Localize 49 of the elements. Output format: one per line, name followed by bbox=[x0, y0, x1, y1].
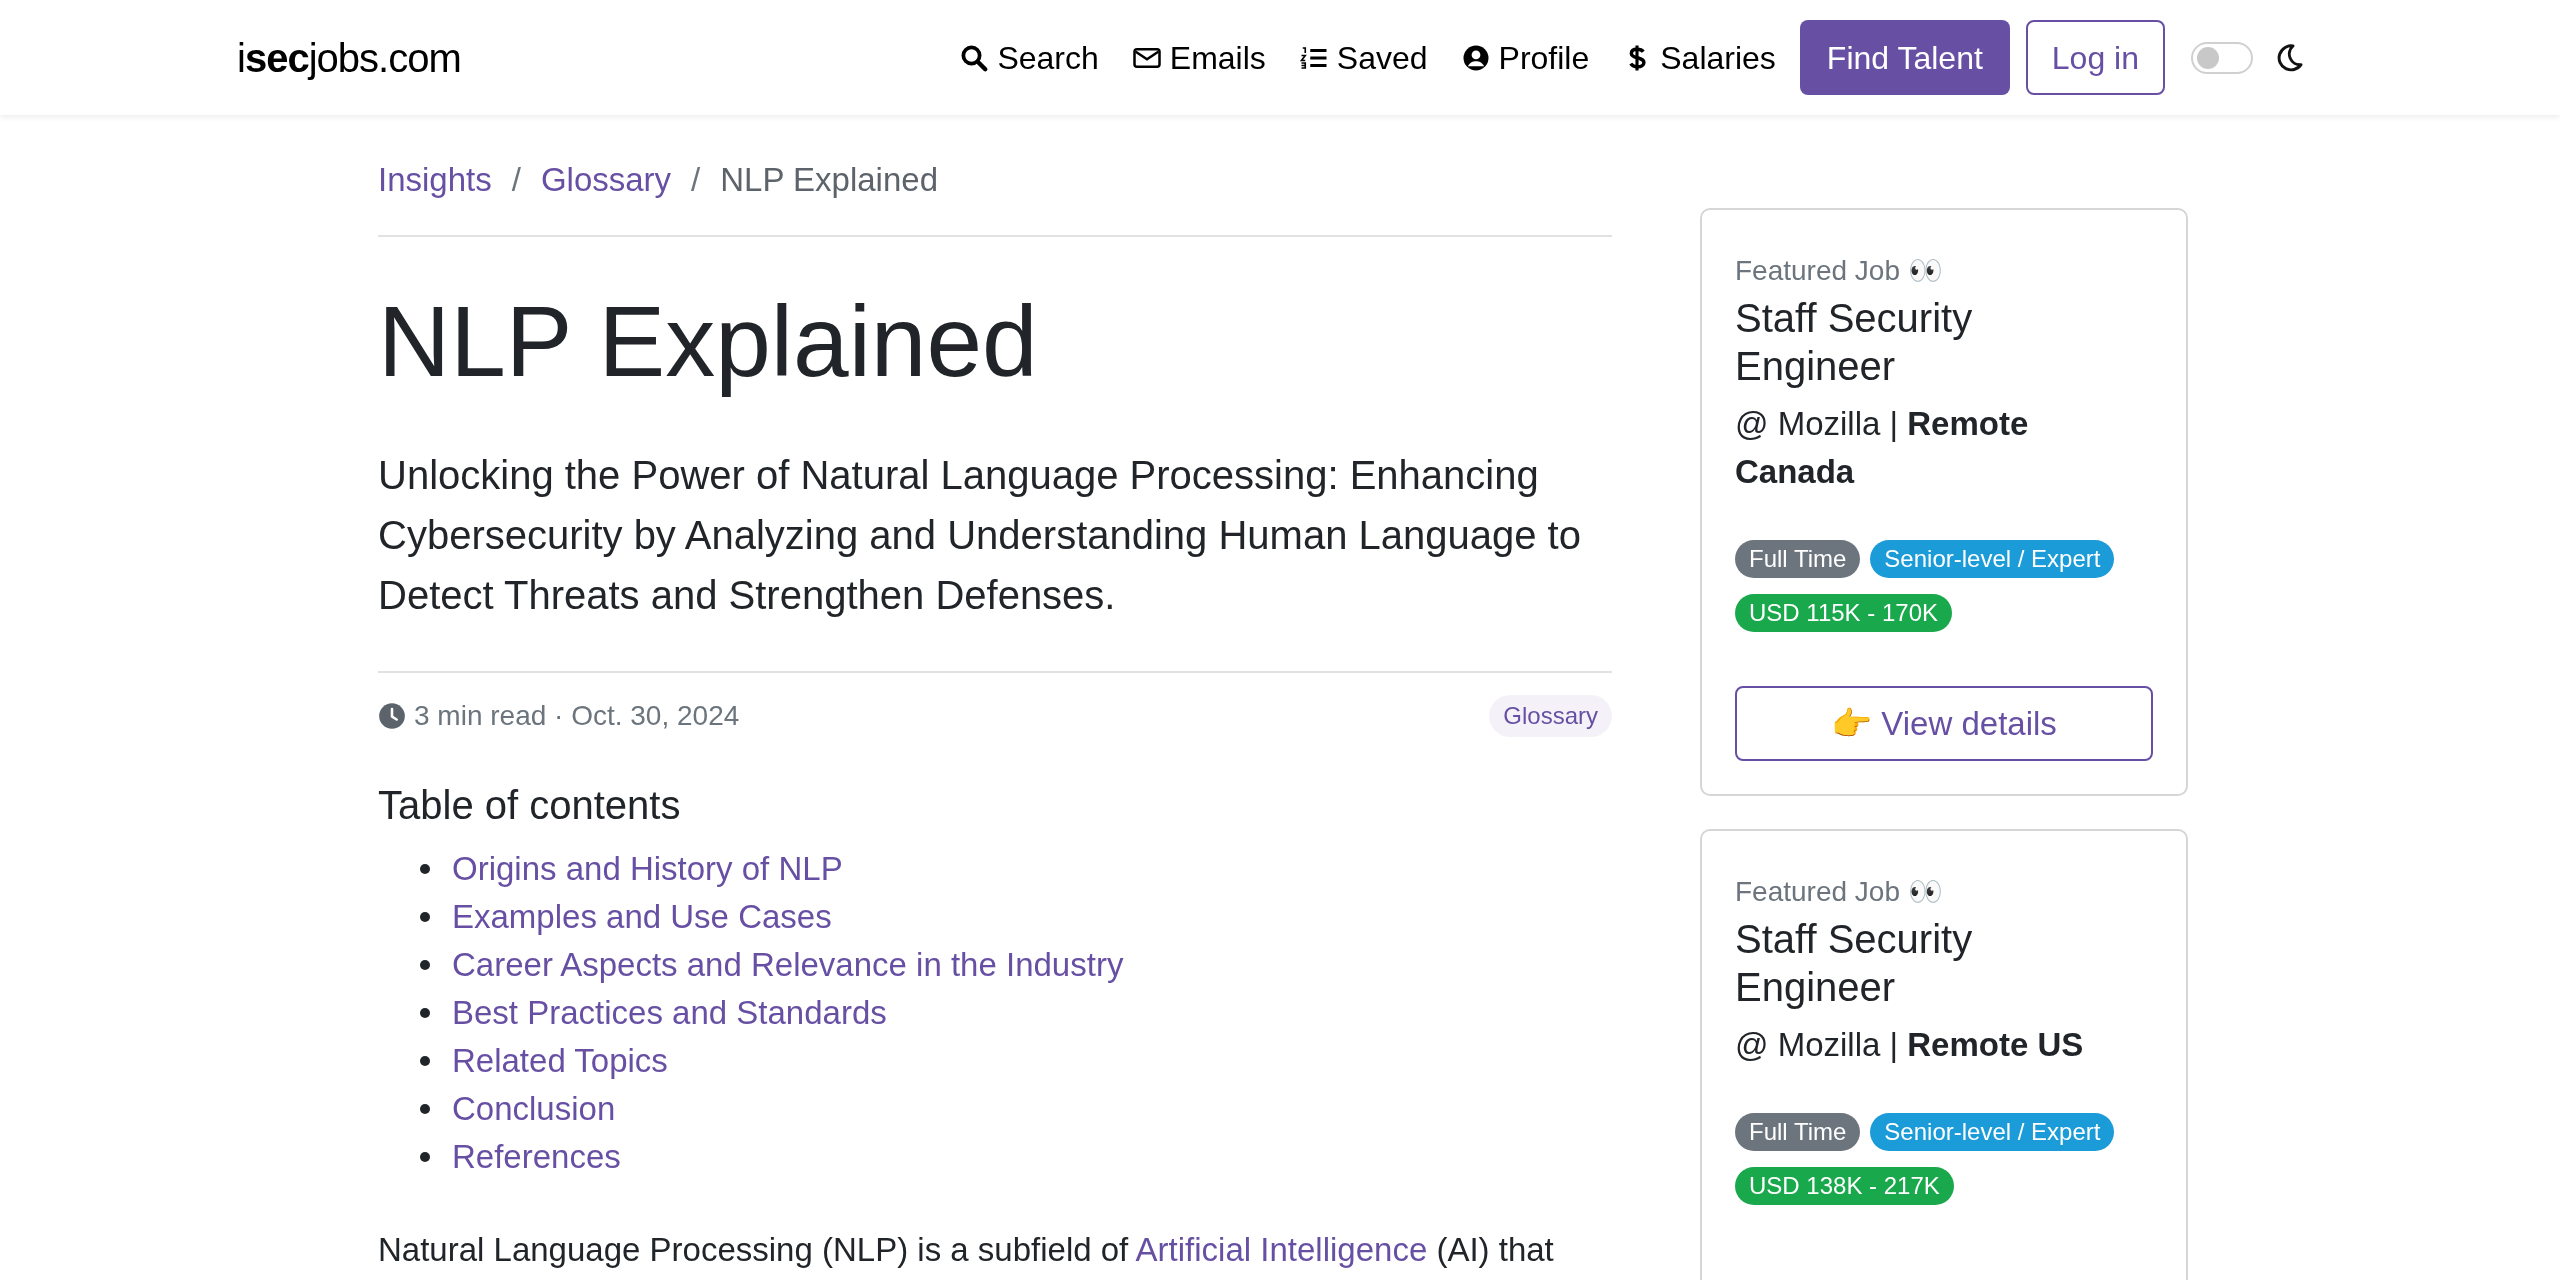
toc-link[interactable]: Examples and Use Cases bbox=[452, 891, 832, 942]
nav-link[interactable]: Profile bbox=[1460, 33, 1590, 82]
breadcrumb-current: NLP Explained bbox=[720, 160, 938, 200]
site-logo[interactable]: isecjobs.com bbox=[237, 27, 461, 88]
bullet-icon bbox=[420, 1103, 430, 1114]
inline-link[interactable]: Artificial Intelligence bbox=[1135, 1230, 1428, 1268]
breadcrumb-link[interactable]: Insights bbox=[378, 155, 492, 205]
breadcrumb-link[interactable]: Glossary bbox=[540, 155, 672, 205]
bullet-icon bbox=[420, 959, 430, 970]
toc-link[interactable]: Origins and History of NLP bbox=[452, 843, 843, 894]
toc-link[interactable]: Best Practices and Standards bbox=[452, 987, 887, 1038]
job-tag: Senior-level / Expert bbox=[1870, 1113, 2115, 1151]
article-subtitle: Unlocking the Power of Natural Language Processing: Enhancing Cybersecurity by Analyzing and Understanding Human Language to Detect Threats and Strengthen Defenses. bbox=[378, 444, 1612, 673]
login-button[interactable]: Log in bbox=[2025, 20, 2165, 95]
nav-link[interactable]: Salaries bbox=[1622, 33, 1776, 82]
job-tag: USD 115K - 170K bbox=[1735, 594, 1952, 632]
category-tag[interactable]: Glossary bbox=[1489, 694, 1612, 737]
job-tag: Full Time bbox=[1735, 1113, 1861, 1151]
article-meta: 3 min read · Oct. 30, 2024 bbox=[414, 698, 740, 733]
featured-label: Featured Job 👀 bbox=[1735, 254, 1944, 288]
breadcrumb-separator: / bbox=[691, 160, 701, 200]
clock-icon bbox=[378, 701, 406, 730]
article-title: NLP Explained bbox=[378, 283, 1039, 399]
job-title: Staff Security Engineer bbox=[1735, 916, 1974, 1011]
dark-mode-toggle[interactable] bbox=[2191, 41, 2253, 74]
nav-link[interactable]: Emails bbox=[1131, 33, 1266, 82]
toc-link[interactable]: Related Topics bbox=[452, 1035, 668, 1086]
job-tag: Full Time bbox=[1735, 540, 1861, 578]
nav-link[interactable]: Search bbox=[959, 33, 1099, 82]
toc-link[interactable]: Conclusion bbox=[452, 1083, 616, 1134]
nav-link[interactable]: Saved bbox=[1298, 33, 1428, 82]
job-title: Staff Security Engineer bbox=[1735, 295, 1974, 390]
job-tag: USD 138K - 217K bbox=[1735, 1167, 1954, 1205]
bullet-icon bbox=[420, 1151, 430, 1162]
job-company: @ Mozilla | Remote US bbox=[1735, 1025, 2085, 1065]
breadcrumb-separator: / bbox=[511, 160, 521, 200]
job-company: @ Mozilla | Remote Canada bbox=[1735, 404, 2030, 492]
bullet-icon bbox=[420, 1055, 430, 1066]
find-talent-button[interactable]: Find Talent bbox=[1799, 20, 2010, 95]
toc-link[interactable]: Career Aspects and Relevance in the Industry bbox=[452, 939, 1124, 990]
article-paragraph: Natural Language Processing (NLP) is a subfield of Artificial Intelligence (AI) that bbox=[378, 1229, 1555, 1270]
toc-heading: Table of contents bbox=[378, 781, 682, 829]
job-tag: Senior-level / Expert bbox=[1870, 540, 2115, 578]
view-details-button[interactable]: 👉 View details bbox=[1735, 686, 2153, 761]
bullet-icon bbox=[420, 863, 430, 874]
bullet-icon bbox=[420, 911, 430, 922]
toc-link[interactable]: References bbox=[452, 1131, 621, 1182]
bullet-icon bbox=[420, 1007, 430, 1018]
featured-label: Featured Job 👀 bbox=[1735, 875, 1944, 909]
